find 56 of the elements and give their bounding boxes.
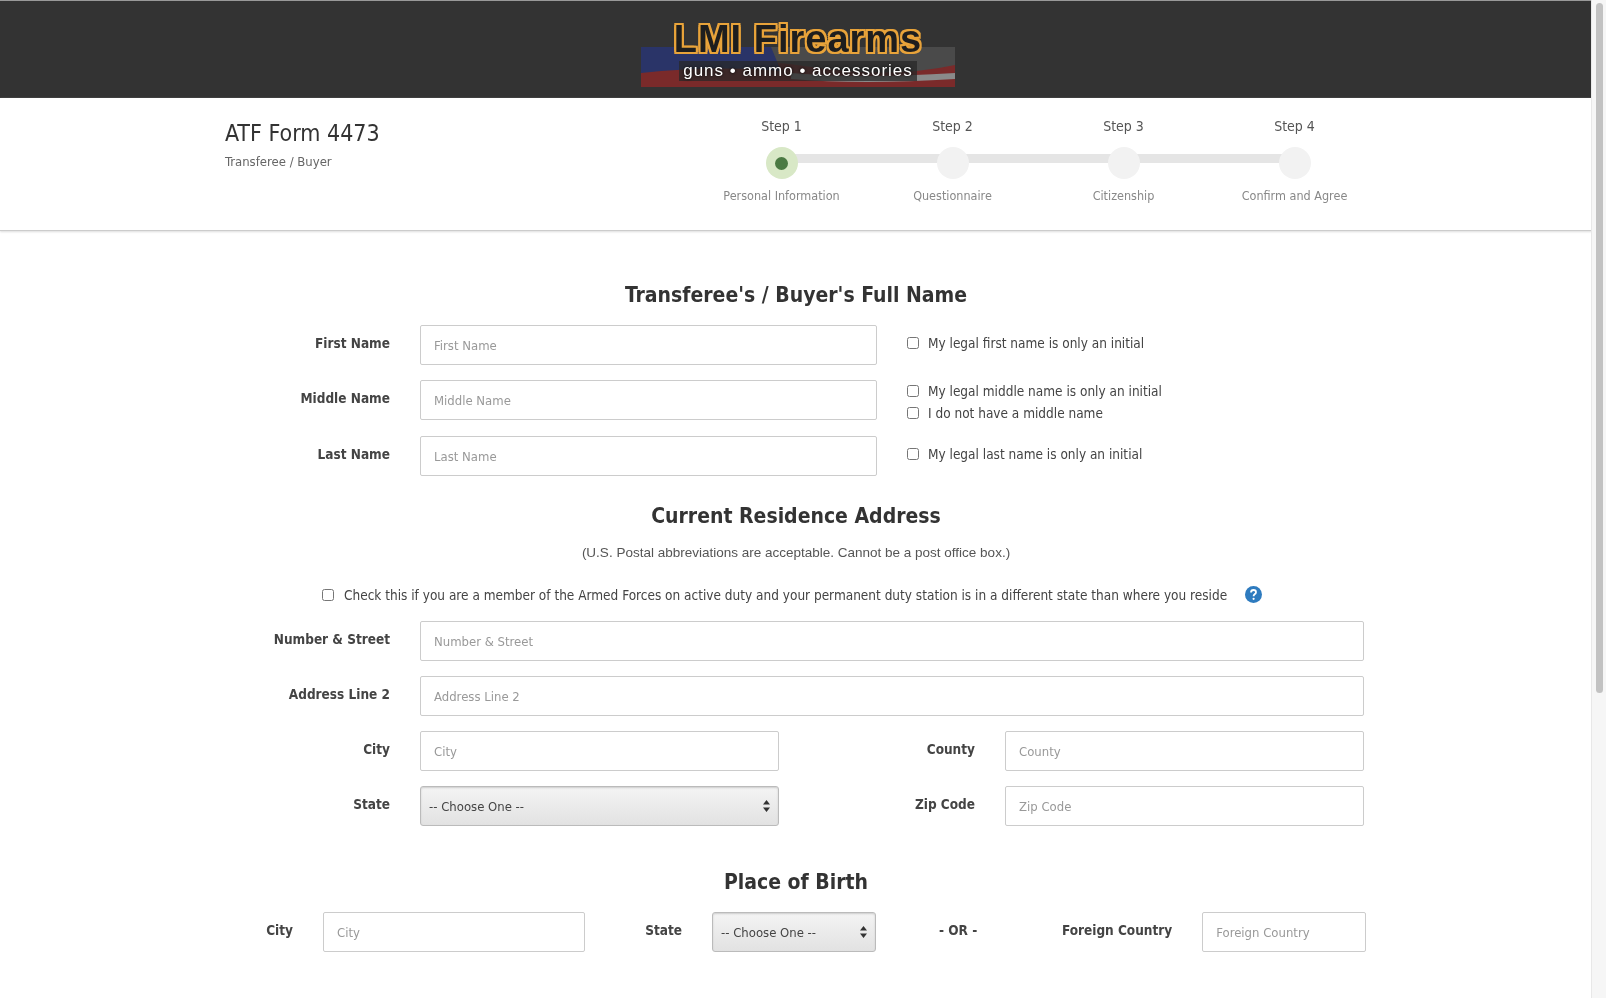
state-dropdown[interactable]: -- Choose One -- bbox=[712, 912, 876, 952]
step-label: Step 2 bbox=[932, 118, 973, 136]
text-field[interactable]: City bbox=[420, 731, 779, 771]
checkbox[interactable] bbox=[907, 407, 919, 419]
text-field[interactable]: Last Name bbox=[420, 436, 877, 476]
field-label: Number & Street bbox=[272, 631, 390, 647]
help-icon[interactable] bbox=[1245, 586, 1263, 603]
step-caption: Citizenship bbox=[1092, 188, 1155, 203]
dropdown-arrows-icon bbox=[860, 926, 867, 938]
text-field[interactable]: Foreign Country bbox=[1202, 912, 1367, 952]
logo-tagline: guns • ammo • accessories bbox=[679, 60, 917, 81]
section-heading: Place of Birth bbox=[723, 870, 869, 894]
form-title: ATF Form 4473 bbox=[225, 120, 380, 146]
address-note: (U.S. Postal abbreviations are acceptable. Cannot be a post office box.) bbox=[581, 545, 1011, 560]
field-label: State bbox=[644, 922, 682, 938]
checkbox-label: My legal first name is only an initial bbox=[928, 335, 1145, 351]
separator-text: - OR - bbox=[939, 922, 978, 938]
checkbox[interactable] bbox=[907, 337, 919, 349]
field-label: Last Name bbox=[316, 446, 390, 462]
checkbox-label: Check this if you are a member of the Armed Forces on active duty and your permanent duty station is in a different state than where you reside bbox=[344, 586, 1228, 603]
section-heading: Current Residence Address bbox=[651, 504, 941, 528]
step-caption: Personal Information bbox=[723, 188, 840, 203]
text-field[interactable]: Middle Name bbox=[420, 380, 877, 420]
checkbox[interactable] bbox=[907, 385, 919, 397]
text-field[interactable]: County bbox=[1005, 731, 1364, 771]
text-field[interactable]: Zip Code bbox=[1005, 786, 1364, 826]
text-field[interactable]: Address Line 2 bbox=[420, 676, 1364, 716]
checkbox[interactable] bbox=[907, 448, 919, 460]
field-label: Zip Code bbox=[913, 796, 975, 812]
step-caption: Questionnaire bbox=[913, 188, 992, 203]
step-caption: Confirm and Agree bbox=[1241, 188, 1348, 203]
checkbox-label: My legal middle name is only an initial bbox=[928, 383, 1162, 399]
field-label: County bbox=[925, 741, 975, 757]
form-subtitle: Transferee / Buyer bbox=[225, 154, 332, 169]
logo-title: LMI Firearms bbox=[673, 18, 923, 59]
text-field[interactable]: First Name bbox=[420, 325, 877, 365]
step-label: Step 3 bbox=[1103, 118, 1144, 136]
checkbox-label: I do not have a middle name bbox=[928, 405, 1103, 421]
field-label: City bbox=[362, 741, 390, 757]
state-dropdown[interactable]: -- Choose One -- bbox=[420, 786, 779, 826]
text-field[interactable]: Number & Street bbox=[420, 621, 1364, 661]
step-circle[interactable] bbox=[765, 147, 798, 179]
field-label: State bbox=[352, 796, 390, 812]
checkbox[interactable] bbox=[322, 588, 334, 601]
field-label: Foreign Country bbox=[1060, 922, 1173, 938]
step-label: Step 4 bbox=[1274, 118, 1315, 136]
text-field[interactable]: City bbox=[323, 912, 585, 952]
field-label: City bbox=[265, 922, 293, 938]
checkbox-label: My legal last name is only an initial bbox=[928, 446, 1143, 462]
field-label: First Name bbox=[314, 335, 390, 351]
dropdown-arrows-icon bbox=[763, 800, 770, 812]
step-label: Step 1 bbox=[761, 118, 802, 136]
field-label: Address Line 2 bbox=[287, 686, 390, 702]
scrollbar[interactable] bbox=[1591, 0, 1606, 998]
section-heading: Transferee's / Buyer's Full Name bbox=[624, 283, 968, 307]
field-label: Middle Name bbox=[299, 390, 390, 406]
